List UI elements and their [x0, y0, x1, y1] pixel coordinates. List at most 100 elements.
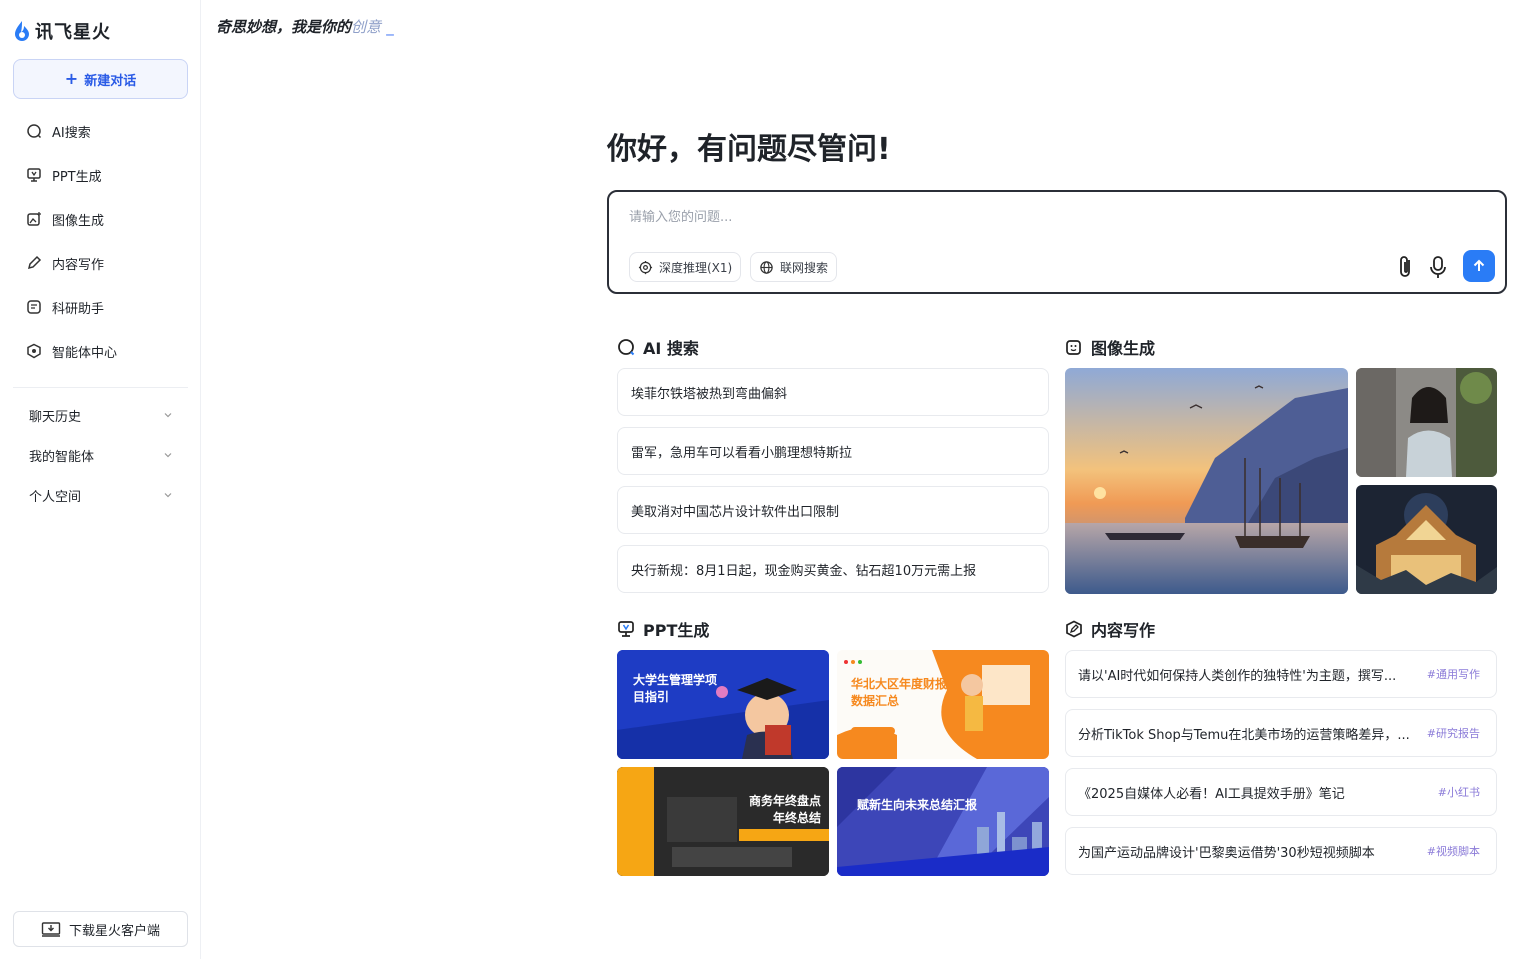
- group-my-agents[interactable]: 我的智能体: [13, 435, 188, 475]
- list-item[interactable]: 埃菲尔铁塔被热到弯曲偏斜: [617, 368, 1049, 416]
- globe-icon: [760, 260, 773, 274]
- new-chat-label: 新建对话: [84, 73, 137, 89]
- ai-search-icon: [618, 339, 635, 356]
- chat-input-box: 深度推理(X1) 联网搜索: [607, 190, 1507, 294]
- send-button[interactable]: [1463, 250, 1495, 282]
- group-chat-history[interactable]: 聊天历史: [13, 395, 188, 435]
- ppt-card-title-line: 数据汇总: [851, 694, 900, 708]
- list-item[interactable]: 《2025自媒体人必看！AI工具提效手册》笔记 #小红书: [1065, 768, 1497, 816]
- writing-tag: #通用写作: [1426, 668, 1480, 681]
- section-title-label: 内容写作: [1091, 621, 1156, 640]
- sidebar-item-label: 内容写作: [52, 257, 105, 273]
- ppt-card-title-line: 目指引: [633, 690, 670, 704]
- ppt-icon: [618, 621, 634, 637]
- ppt-card[interactable]: 华北大区年度财报 数据汇总: [837, 650, 1049, 759]
- agent-center-icon: [27, 343, 41, 359]
- list-item[interactable]: 为国产运动品牌设计'巴黎奥运借势'30秒短视频脚本 #视频脚本: [1065, 827, 1497, 875]
- ppt-card[interactable]: 大学生管理学项 目指引: [617, 650, 829, 759]
- section-title-label: PPT生成: [643, 621, 710, 640]
- microphone-icon[interactable]: [1427, 254, 1449, 280]
- web-search-toggle[interactable]: 联网搜索: [750, 252, 838, 282]
- download-client-button[interactable]: 下载星火客户端: [13, 911, 188, 947]
- deep-reasoning-label: 深度推理(X1): [659, 260, 733, 275]
- research-icon: [27, 300, 41, 314]
- writing-icon: [1066, 620, 1082, 638]
- writing-prompt-text: 请以'AI时代如何保持人类创作的独特性'为主题，撰写...: [1078, 668, 1397, 684]
- tagline-prefix: 奇思妙想，我是你的: [216, 18, 352, 36]
- list-item[interactable]: 请以'AI时代如何保持人类创作的独特性'为主题，撰写... #通用写作: [1065, 650, 1497, 698]
- sidebar-groups: 聊天历史 我的智能体 个人空间: [13, 395, 188, 515]
- image-gen-sample-portrait[interactable]: [1356, 368, 1497, 477]
- sidebar-item-ai-search[interactable]: AI搜索: [13, 109, 188, 153]
- sidebar-item-agent-center[interactable]: 智能体中心: [13, 329, 188, 373]
- brand-name: 讯飞星火: [35, 22, 111, 43]
- plus-icon: +: [64, 69, 79, 88]
- sidebar-item-research[interactable]: 科研助手: [13, 285, 188, 329]
- sidebar-item-image-gen[interactable]: 图像生成: [13, 197, 188, 241]
- ppt-icon: [27, 168, 41, 182]
- image-gen-icon: [27, 212, 41, 226]
- new-chat-button[interactable]: + 新建对话: [13, 59, 188, 99]
- list-item[interactable]: 分析TikTok Shop与Temu在北美市场的运营策略差异，... #研究报告: [1065, 709, 1497, 757]
- ppt-card[interactable]: 商务年终盘点 年终总结: [617, 767, 829, 876]
- writing-tag: #小红书: [1437, 786, 1480, 799]
- ppt-card-title-line: 赋新生向未来总结汇报: [857, 798, 978, 812]
- group-personal-space[interactable]: 个人空间: [13, 475, 188, 515]
- brand-logo[interactable]: 讯飞星火: [13, 18, 111, 44]
- image-gen-sample-harbor[interactable]: [1065, 368, 1348, 594]
- sidebar-item-writing[interactable]: 内容写作: [13, 241, 188, 285]
- download-label: 下载星火客户端: [68, 923, 160, 939]
- list-item[interactable]: 雷军，急用车可以看看小鹏理想特斯拉: [617, 427, 1049, 475]
- ppt-card[interactable]: 赋新生向未来总结汇报: [837, 767, 1049, 876]
- harbor-sunset-image: [1065, 368, 1348, 594]
- ai-search-icon: [27, 124, 42, 139]
- tagline-cursor: _: [386, 18, 394, 36]
- sidebar: 讯飞星火 + 新建对话 AI搜索 PPT生成 图像生成 内容写作 科研助手 智能…: [0, 0, 201, 959]
- paperclip-icon[interactable]: [1395, 254, 1417, 280]
- arrow-up-icon: [1473, 259, 1485, 271]
- spark-logo-icon: [15, 21, 29, 41]
- tagline: 奇思妙想，我是你的创意 _: [216, 16, 394, 37]
- group-label: 我的智能体: [29, 449, 95, 465]
- chevron-down-icon: [164, 413, 172, 418]
- app-root: 讯飞星火 + 新建对话 AI搜索 PPT生成 图像生成 内容写作 科研助手 智能…: [0, 0, 1530, 959]
- writing-section-title[interactable]: 内容写作: [1065, 617, 1155, 641]
- deep-reasoning-icon: [638, 260, 653, 274]
- question-input[interactable]: [629, 206, 1329, 234]
- tagline-accent: 创意: [351, 18, 382, 36]
- image-gen-sample-papercut[interactable]: [1356, 485, 1497, 594]
- ppt-card-title-line: 年终总结: [772, 811, 821, 825]
- image-gen-section-title[interactable]: 图像生成: [1065, 335, 1155, 359]
- writing-tag: #研究报告: [1426, 727, 1480, 740]
- sidebar-item-label: 科研助手: [52, 301, 105, 317]
- sidebar-item-ppt[interactable]: PPT生成: [13, 153, 188, 197]
- sidebar-divider: [13, 387, 188, 388]
- sidebar-item-label: 图像生成: [52, 213, 105, 229]
- ppt-section-title[interactable]: PPT生成: [617, 617, 709, 641]
- ppt-card-title-line: 华北大区年度财报: [851, 677, 948, 691]
- papercut-palace-image: [1356, 485, 1497, 594]
- sidebar-item-label: 智能体中心: [52, 345, 118, 361]
- sidebar-nav: AI搜索 PPT生成 图像生成 内容写作 科研助手 智能体中心: [13, 109, 188, 373]
- list-item[interactable]: 美取消对中国芯片设计软件出口限制: [617, 486, 1049, 534]
- writing-list: 请以'AI时代如何保持人类创作的独特性'为主题，撰写... #通用写作 分析Ti…: [1065, 650, 1497, 886]
- image-gen-icon: [1066, 340, 1081, 355]
- section-title-label: AI 搜索: [643, 339, 699, 358]
- writing-prompt-text: 为国产运动品牌设计'巴黎奥运借势'30秒短视频脚本: [1078, 845, 1375, 861]
- chevron-down-icon: [164, 453, 172, 458]
- ppt-card-title-line: 大学生管理学项: [633, 673, 718, 687]
- writing-tag: #视频脚本: [1426, 845, 1480, 858]
- deep-reasoning-toggle[interactable]: 深度推理(X1): [629, 252, 742, 282]
- ai-search-list: 埃菲尔铁塔被热到弯曲偏斜 雷军，急用车可以看看小鹏理想特斯拉 美取消对中国芯片设…: [617, 368, 1049, 604]
- page-title: 你好，有问题尽管问!: [607, 132, 891, 167]
- web-search-label: 联网搜索: [780, 260, 829, 275]
- ai-search-section-title[interactable]: AI 搜索: [617, 335, 699, 359]
- ppt-card-art: [837, 767, 1049, 876]
- list-item[interactable]: 央行新规：8月1日起，现金购买黄金、钻石超10万元需上报: [617, 545, 1049, 593]
- chevron-down-icon: [164, 493, 172, 498]
- sidebar-item-label: AI搜索: [52, 125, 91, 141]
- portrait-image: [1356, 368, 1497, 477]
- writing-icon: [27, 255, 42, 270]
- group-label: 个人空间: [29, 489, 82, 505]
- ppt-card-title-line: 商务年终盘点: [748, 794, 821, 808]
